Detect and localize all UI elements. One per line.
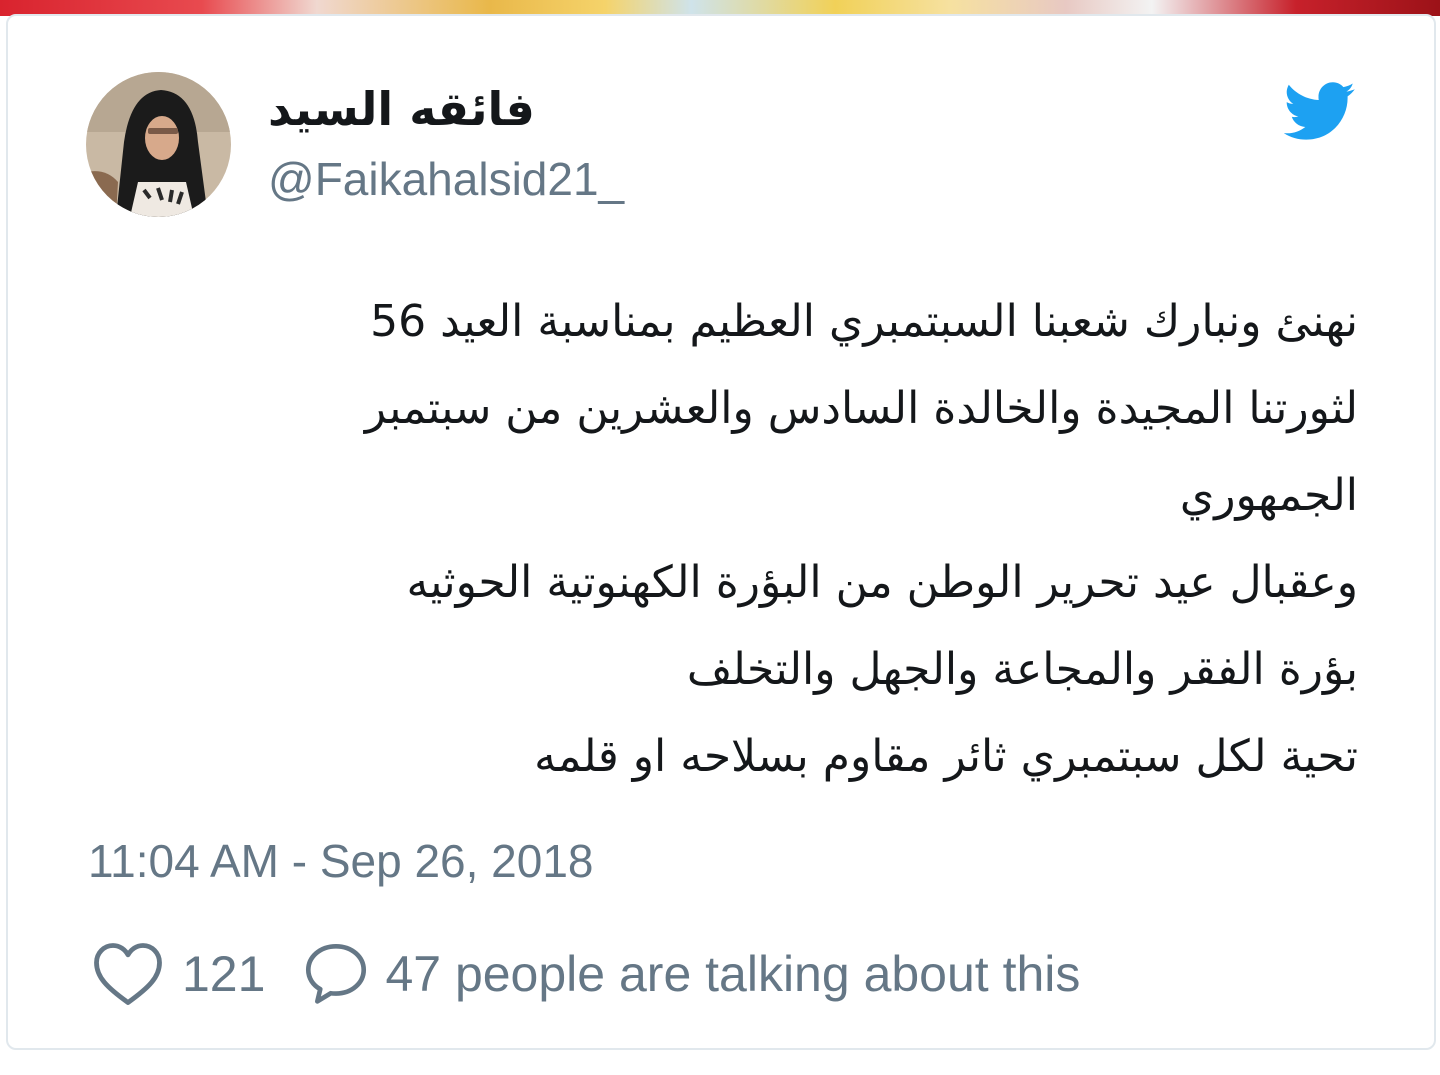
tweet-timestamp-link[interactable]: 11:04 AM - Sep 26, 2018 — [88, 834, 594, 888]
tweet-text-line: الجمهوري — [1179, 470, 1358, 521]
comment-bubble-icon[interactable] — [301, 939, 371, 1009]
talking-about-link[interactable]: 47 people are talking about this — [385, 945, 1080, 1003]
tweet-text-line: بؤرة الفقر والمجاعة والجهل والتخلف — [686, 644, 1358, 695]
tweet-text-line: لثورتنا المجيدة والخالدة السادس والعشرين… — [364, 383, 1358, 434]
tweet-text-line: تحية لكل سبتمبري ثائر مقاوم بسلاحه او قل… — [534, 731, 1358, 782]
avatar[interactable] — [86, 72, 231, 217]
tweet-text: نهنئ ونبارك شعبنا السبتمبري العظيم بمناس… — [118, 278, 1358, 800]
display-name[interactable]: فائقه السيد — [268, 82, 535, 136]
likes-count[interactable]: 121 — [182, 945, 265, 1003]
tweet-text-line: وعقبال عيد تحرير الوطن من البؤرة الكهنوت… — [406, 557, 1358, 608]
heart-icon[interactable] — [92, 941, 164, 1007]
embedded-tweet-card[interactable]: فائقه السيد @Faikahalsid21_ نهنئ ونبارك … — [6, 14, 1436, 1050]
tweet-actions: 121 47 people are talking about this — [92, 938, 1080, 1010]
tweet-text-line: نهنئ ونبارك شعبنا السبتمبري العظيم بمناس… — [370, 296, 1358, 347]
twitter-bird-icon[interactable] — [1283, 82, 1356, 142]
user-handle[interactable]: @Faikahalsid21_ — [268, 152, 624, 206]
